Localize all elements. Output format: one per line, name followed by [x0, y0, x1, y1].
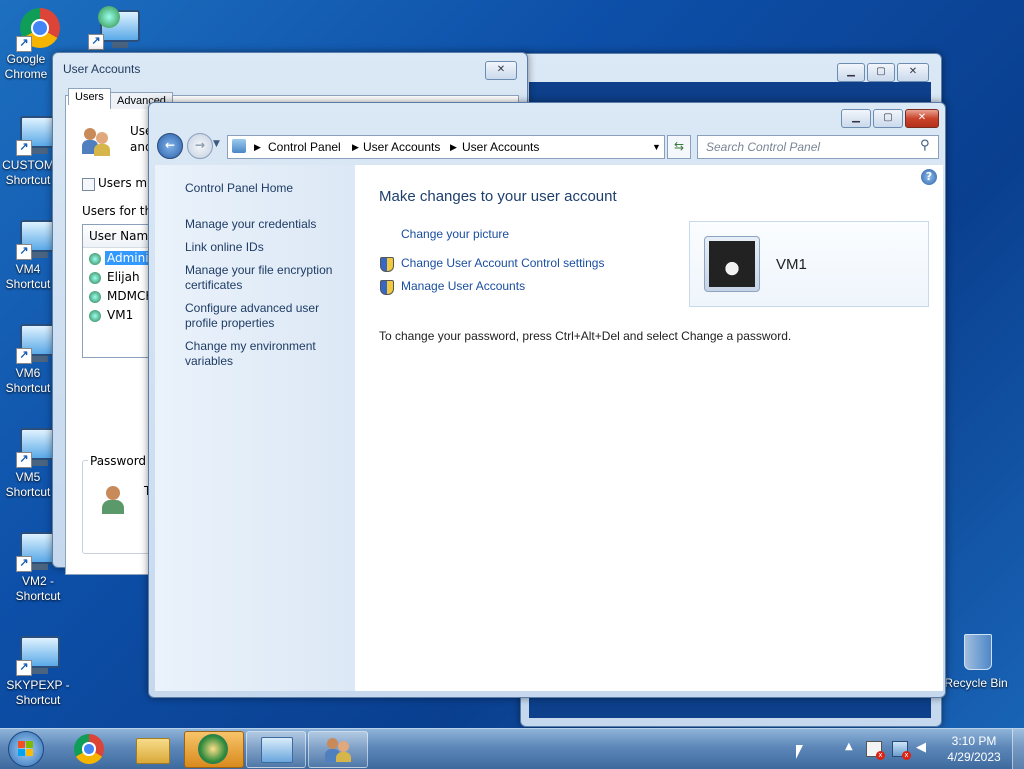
history-dropdown-icon[interactable]: ▼: [213, 139, 220, 149]
show-hidden-icons-button[interactable]: ▲: [845, 741, 853, 752]
user-icon: [89, 253, 101, 265]
help-icon[interactable]: ?: [921, 169, 937, 185]
nav-advanced-profile-properties[interactable]: Configure advanced user profile properti…: [185, 301, 350, 331]
desktop-icon-label: VM6 Shortcut: [5, 366, 51, 395]
maximize-button[interactable]: ▢: [867, 63, 895, 82]
password-group-label: Password f: [88, 454, 157, 468]
address-dropdown-icon[interactable]: ▼: [652, 142, 661, 152]
breadcrumb-separator-icon[interactable]: ▶: [352, 142, 359, 153]
chrome-icon: [74, 734, 104, 764]
password-user-icon: [100, 486, 130, 516]
user-name: VM1: [107, 308, 134, 322]
user-icon: [89, 291, 101, 303]
desktop-icon-label: Recycle Bin: [944, 676, 1008, 690]
show-desktop-button[interactable]: [1012, 729, 1024, 769]
desktop-icon-label: CUSTOM Shortcut: [2, 158, 54, 187]
volume-muted-icon[interactable]: ◀: [916, 741, 930, 755]
desktop-icon-label: VM2 - Shortcut: [15, 574, 61, 603]
nav-link-online-ids[interactable]: Link online IDs: [185, 240, 350, 255]
breadcrumb-user-accounts-current[interactable]: User Accounts: [462, 140, 539, 154]
change-picture-link[interactable]: Change your picture: [401, 227, 509, 241]
control-panel-icon: [261, 737, 293, 763]
taskbar-windows-button[interactable]: [184, 731, 244, 768]
control-panel-icon: [232, 139, 246, 153]
network-icon: ↗: [88, 6, 140, 50]
computer-icon: ↗: [16, 632, 60, 676]
left-navigation-pane: Control Panel Home Manage your credentia…: [155, 165, 355, 691]
control-panel-window[interactable]: ▁ ▢ ✕ ← → ▼ ▶ Control Panel ▶ User Accou…: [148, 102, 946, 698]
users-icon: [325, 736, 351, 762]
uac-shield-icon: [380, 257, 394, 272]
mouse-cursor-icon: [796, 745, 803, 759]
dialog-close-button[interactable]: ✕: [485, 61, 517, 80]
desktop-icon-label: VM5 Shortcut: [5, 470, 51, 499]
taskbar: ▲ x x ◀ 3:10 PM 4/29/2023: [0, 728, 1024, 769]
taskbar-control-panel-button[interactable]: [246, 731, 306, 768]
chrome-icon: ↗: [16, 6, 60, 52]
action-center-icon[interactable]: x: [866, 741, 885, 760]
refresh-button[interactable]: ⇆: [667, 135, 691, 159]
clock-date[interactable]: 4/29/2023: [942, 750, 1006, 764]
search-control-panel-input[interactable]: Search Control Panel ⚲: [697, 135, 939, 159]
dog-picture-icon: [709, 241, 755, 287]
account-name: VM1: [776, 256, 807, 273]
close-button[interactable]: ✕: [897, 63, 929, 82]
breadcrumb-separator-icon[interactable]: ▶: [450, 142, 457, 153]
nav-environment-variables[interactable]: Change my environment variables: [185, 339, 350, 369]
cp-maximize-button[interactable]: ▢: [873, 109, 903, 128]
desktop-icon-label: SKYPEXP - Shortcut: [6, 678, 70, 707]
search-icon[interactable]: ⚲: [920, 138, 930, 153]
address-bar[interactable]: ▶ Control Panel ▶ User Accounts ▶ User A…: [227, 135, 665, 159]
page-heading: Make changes to your user account: [379, 188, 617, 205]
uac-shield-icon: [380, 280, 394, 295]
taskbar-user-accounts-button[interactable]: [308, 731, 368, 768]
back-button[interactable]: ←: [157, 133, 183, 159]
breadcrumb-separator-icon[interactable]: ▶: [254, 142, 261, 153]
windows-orb-icon: [198, 734, 228, 764]
user-icon: [89, 310, 101, 322]
desktop-icon-network[interactable]: ↗: [80, 6, 140, 52]
search-placeholder: Search Control Panel: [706, 140, 821, 154]
cp-minimize-button[interactable]: ▁: [841, 109, 871, 128]
clock-time[interactable]: 3:10 PM: [946, 734, 1002, 748]
user-name: Elijah: [107, 270, 140, 284]
nav-file-encryption-certificates[interactable]: Manage your file encryption certificates: [185, 263, 350, 293]
desktop-icon-recycle-bin[interactable]: Recycle Bin: [940, 630, 1012, 691]
account-card: VM1: [689, 221, 929, 307]
breadcrumb-control-panel[interactable]: Control Panel: [268, 140, 341, 154]
desktop-icon-label: Google Chrome: [4, 52, 48, 81]
desktop-icon-skypexp[interactable]: ↗ SKYPEXP - Shortcut: [2, 632, 74, 708]
windows-logo-icon: [8, 731, 44, 767]
account-picture[interactable]: [704, 236, 760, 292]
recycle-bin-icon: [954, 630, 998, 674]
nav-control-panel-home[interactable]: Control Panel Home: [185, 181, 350, 196]
manage-user-accounts-link[interactable]: Manage User Accounts: [401, 279, 525, 293]
folder-icon: [136, 738, 170, 764]
nav-manage-credentials[interactable]: Manage your credentials: [185, 217, 350, 232]
user-icon: [89, 272, 101, 284]
taskbar-explorer-button[interactable]: [122, 731, 182, 768]
forward-button[interactable]: →: [187, 133, 213, 159]
network-status-icon[interactable]: x: [892, 741, 911, 760]
start-button[interactable]: [4, 729, 46, 769]
users-must-checkbox[interactable]: [82, 178, 95, 191]
users-icon: [82, 126, 112, 156]
uac-settings-link[interactable]: Change User Account Control settings: [401, 256, 604, 270]
dialog-title: User Accounts: [63, 62, 141, 76]
cp-close-button[interactable]: ✕: [905, 109, 939, 128]
desktop-icon-label: VM4 Shortcut: [5, 262, 51, 291]
breadcrumb-user-accounts[interactable]: User Accounts: [363, 140, 440, 154]
tab-users[interactable]: Users: [68, 88, 111, 105]
taskbar-chrome-button[interactable]: [60, 731, 120, 768]
main-content-pane: ? Make changes to your user account Chan…: [355, 165, 943, 691]
user-name: MDMCK: [107, 289, 154, 303]
minimize-button[interactable]: ▁: [837, 63, 865, 82]
password-instructions: To change your password, press Ctrl+Alt+…: [379, 329, 792, 343]
